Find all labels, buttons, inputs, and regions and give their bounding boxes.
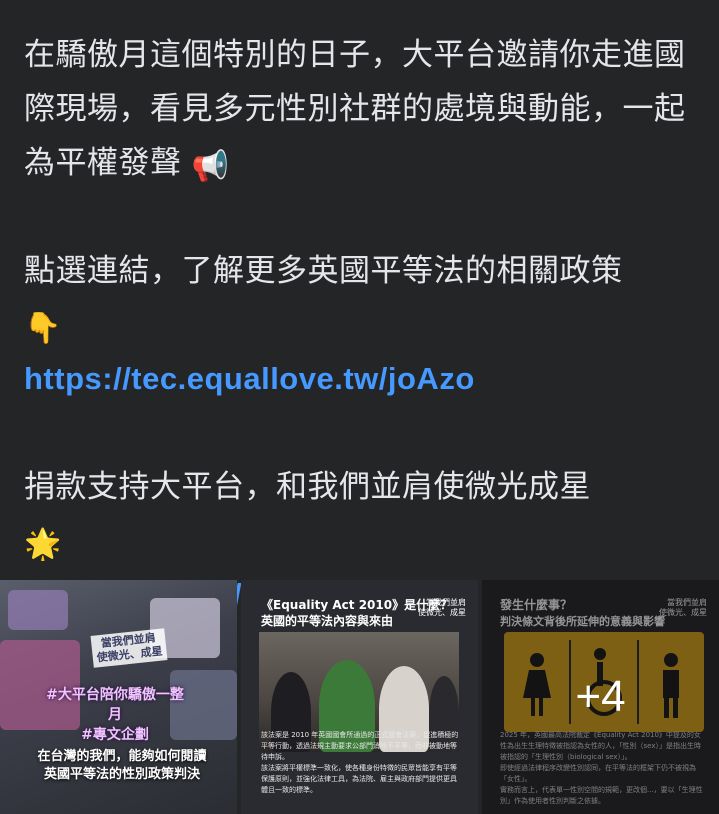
more-photos-overlay[interactable]: +4 [482,580,719,814]
gallery-photo-2[interactable]: 《Equality Act 2010》是什麼？ 英國的平等法內容與來由 當我們並… [241,580,478,814]
post-paragraph-1-text: 在驕傲月這個特別的日子，大平台邀請你走進國際現場，看見多元性別社群的處境與動能，… [24,37,686,181]
post-paragraph-1: 在驕傲月這個特別的日子，大平台邀請你走進國際現場，看見多元性別社群的處境與動能，… [24,28,704,190]
post-paragraph-2: 點選連結，了解更多英國平等法的相關政策 👇 [24,244,704,352]
post-paragraph-2-text: 點選連結，了解更多英國平等法的相關政策 [24,253,623,289]
post-paragraph-3-text: 捐款支持大平台，和我們並肩使微光成星 [24,469,591,505]
post-paragraph-3: 捐款支持大平台，和我們並肩使微光成星 🌟 [24,460,704,568]
photo-gallery: 當我們並肩 使微光、成星 #大平台陪你驕傲一整月 #專文企劃 在台灣的我們，能夠… [0,580,719,814]
more-photos-count: +4 [575,672,626,721]
photo-caption: 在台灣的我們，能夠如何閱讀 英國平等法的性別政策判決 [37,749,207,782]
equallove-link[interactable]: https://tec.equallove.tw/joAzo [24,352,704,406]
card-body: 該法案是 2010 年英國國會所通過的正式國會法案，促進積極的平等行動，透過法規… [261,731,459,794]
campaign-tag: 當我們並肩 使微光、成星 [90,628,168,668]
pointing-down-icon: 👇 [24,311,62,346]
megaphone-icon: 📢 [191,149,230,184]
gallery-photo-3[interactable]: 發生什麼事？ 判決條文背後所延伸的意義與影響 當我們並肩 使微光、成星 2025… [482,580,719,814]
card-subtitle: 英國的平等法內容與來由 [261,614,394,628]
sparkle-star-icon: 🌟 [24,527,62,562]
post-body: 在驕傲月這個特別的日子，大平台邀請你走進國際現場，看見多元性別社群的處境與動能，… [24,28,704,622]
crowd-sign [8,590,68,630]
campaign-tag: 當我們並肩 使微光、成星 [418,598,466,617]
hashtags: #大平台陪你驕傲一整月 #專文企劃 [46,687,184,743]
gallery-photo-1[interactable]: 當我們並肩 使微光、成星 #大平台陪你驕傲一整月 #專文企劃 在台灣的我們，能夠… [0,580,237,814]
